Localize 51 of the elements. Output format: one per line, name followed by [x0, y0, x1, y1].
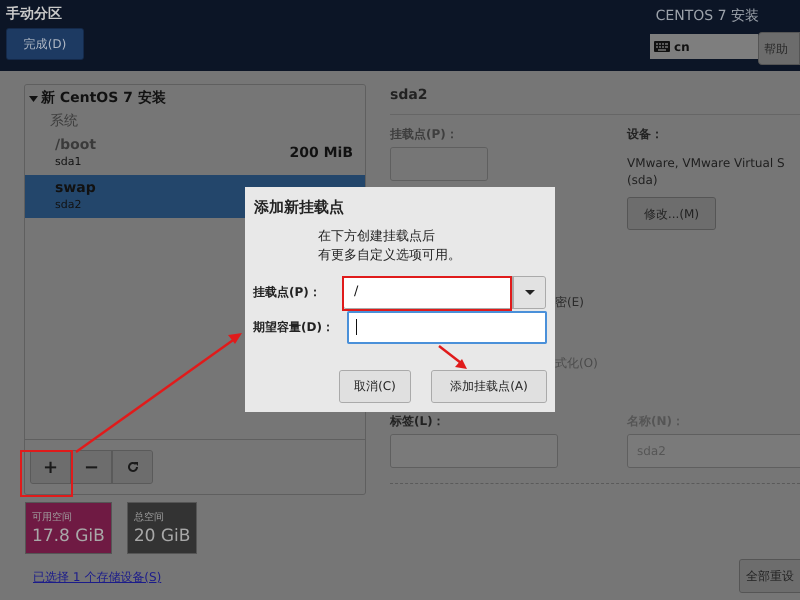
partition-item[interactable]: /boot sda1 200 MiB — [25, 132, 365, 175]
mount-dropdown-button[interactable] — [513, 276, 546, 308]
refresh-button[interactable] — [112, 450, 153, 484]
cancel-button[interactable]: 取消(C) — [339, 370, 411, 402]
partition-size: 200 MiB — [290, 144, 353, 163]
mount-point-input[interactable]: / — [343, 276, 513, 308]
space-label: 可用空间 — [32, 510, 73, 524]
device-name: sda2 — [55, 197, 82, 214]
mount-label: 挂载点(P)： — [390, 126, 459, 143]
product-title: CENTOS 7 安装 — [656, 7, 759, 26]
remove-label: − — [84, 456, 100, 480]
caret-icon — [524, 290, 534, 294]
dialog-message: 在下方创建挂载点后 — [318, 228, 436, 246]
space-label: 总空间 — [134, 510, 165, 524]
device-description: VMware, VMware Virtual S — [627, 155, 785, 172]
section-label: 系统 — [49, 112, 79, 131]
text-cursor — [356, 319, 357, 335]
expand-arrow-icon[interactable] — [29, 96, 38, 102]
space-value: 20 GiB — [134, 524, 190, 546]
page-title: 手动分区 — [6, 5, 63, 24]
capacity-input[interactable] — [347, 310, 547, 344]
mount-point: swap — [55, 179, 96, 198]
dialog-message: 有更多自定义选项可用。 — [318, 246, 462, 264]
details-title: sda2 — [390, 86, 429, 105]
add-button[interactable]: + — [30, 450, 71, 484]
add-mount-button[interactable]: 添加挂载点(A) — [431, 370, 547, 402]
mount-point-label: 挂载点(P)： — [253, 284, 322, 301]
reset-all-button[interactable]: 全部重设 — [739, 559, 800, 593]
label-field[interactable] — [390, 434, 558, 468]
device-description: (sda) — [627, 172, 659, 189]
capacity-label: 期望容量(D)： — [253, 319, 335, 336]
space-value: 17.8 GiB — [32, 524, 105, 546]
done-button[interactable]: 完成(D) — [6, 28, 84, 60]
keyboard-icon — [654, 41, 670, 52]
dialog-title: 添加新挂载点 — [254, 197, 345, 218]
encrypt-option: 密(E) — [555, 293, 800, 311]
modify-button[interactable]: 修改...(M) — [627, 197, 716, 230]
group-title: 新 CentOS 7 安装 — [41, 88, 166, 108]
refresh-icon — [126, 460, 140, 474]
mount-point: /boot — [55, 136, 96, 154]
remove-button[interactable]: − — [71, 450, 112, 484]
annotation-arrow — [438, 345, 467, 369]
highlight-frame — [20, 450, 73, 497]
keyboard-layout: cn — [674, 38, 690, 56]
add-label: + — [42, 456, 58, 480]
device-name: sda1 — [55, 154, 82, 170]
device-label: 设备： — [627, 126, 664, 143]
label-label: 标签(L)： — [390, 413, 446, 430]
help-button[interactable]: 帮助 — [758, 32, 800, 65]
storage-link[interactable]: 已选择 1 个存储设备(S) — [33, 568, 390, 586]
keyboard-field[interactable]: cn — [650, 34, 758, 59]
